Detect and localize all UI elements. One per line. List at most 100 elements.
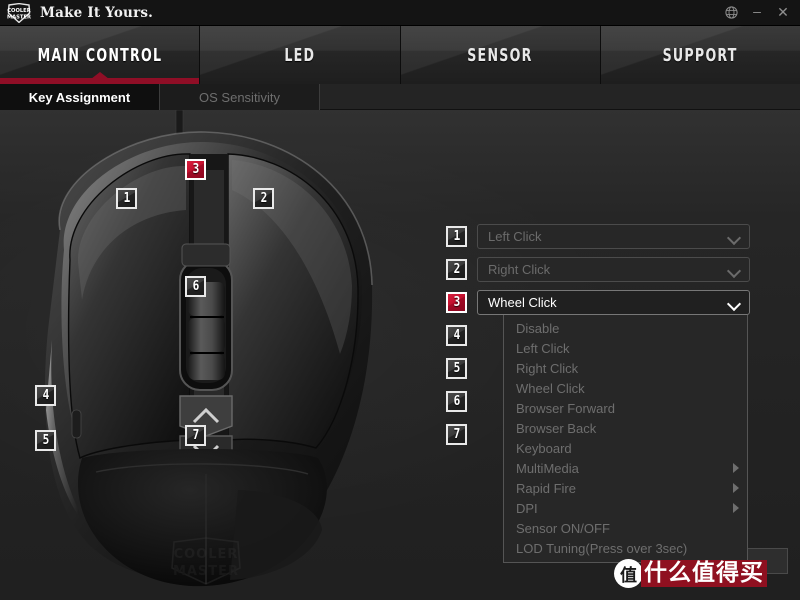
tab-led[interactable]: LED (200, 26, 401, 84)
assignment-badge-5[interactable]: 5 (446, 358, 467, 379)
cooler-master-logo-icon: COOLER MASTER (6, 2, 32, 23)
assignment-badge-4-digit: 4 (453, 327, 460, 344)
chevron-down-icon (728, 266, 741, 274)
dropdown-item-label: LOD Tuning(Press over 3sec) (516, 540, 688, 556)
dropdown-item-browser-forward[interactable]: Browser Forward (504, 398, 747, 418)
chevron-down-icon (728, 233, 741, 241)
assignment-badge-3-digit: 3 (453, 294, 460, 311)
assignment-badge-7-digit: 7 (453, 426, 460, 443)
assignment-row-1: 1 Left Click (446, 224, 750, 249)
assignment-row-3: 3 Wheel Click (446, 290, 750, 315)
mouse-badge-7-digit: 7 (192, 427, 199, 444)
language-globe-icon[interactable] (718, 0, 744, 26)
dropdown-item-label: Wheel Click (516, 380, 585, 396)
mouse-badge-3-digit: 3 (192, 161, 199, 178)
assignment-row-7: 7 (446, 422, 467, 447)
mouse-badge-3[interactable]: 3 (185, 159, 206, 180)
dropdown-item-label: Rapid Fire (516, 480, 576, 496)
assignment-badge-2[interactable]: 2 (446, 259, 467, 280)
dropdown-item-label: MultiMedia (516, 460, 579, 476)
tab-sensor-label: SENSOR (467, 44, 533, 66)
assignment-select-1[interactable]: Left Click (477, 224, 750, 249)
submenu-arrow-icon (733, 463, 739, 473)
assignment-select-2-value: Right Click (488, 262, 551, 277)
dropdown-item-keyboard[interactable]: Keyboard (504, 438, 747, 458)
dropdown-item-label: Browser Back (516, 420, 597, 436)
sub-tab-bar: Key Assignment OS Sensitivity (0, 84, 800, 110)
subtab-os-sensitivity-label: OS Sensitivity (199, 89, 280, 105)
assignment-badge-6-digit: 6 (453, 393, 460, 410)
assignment-select-3[interactable]: Wheel Click (477, 290, 750, 315)
mouse-badge-1-digit: 1 (123, 190, 130, 207)
dropdown-item-left-click[interactable]: Left Click (504, 338, 747, 358)
close-button[interactable]: ✕ (770, 0, 796, 26)
submenu-arrow-icon (733, 503, 739, 513)
tab-led-label: LED (284, 44, 316, 66)
assignment-select-2[interactable]: Right Click (477, 257, 750, 282)
mouse-badge-1[interactable]: 1 (116, 188, 137, 209)
svg-text:COOLER: COOLER (7, 8, 30, 14)
dropdown-item-label: Right Click (516, 360, 579, 376)
dropdown-item-multimedia[interactable]: MultiMedia (504, 458, 747, 478)
subtab-key-assignment[interactable]: Key Assignment (0, 84, 160, 110)
mouse-badge-4-digit: 4 (42, 387, 49, 404)
assignment-badge-5-digit: 5 (453, 360, 460, 377)
assignment-row-6: 6 (446, 389, 467, 414)
mouse-illustration: COOLER MASTER 1 2 3 4 5 6 7 (0, 110, 430, 600)
dropdown-item-label: Keyboard (516, 440, 572, 456)
dropdown-item-label: DPI (516, 500, 538, 516)
mouse-badge-6[interactable]: 6 (185, 276, 206, 297)
assignment-row-4: 4 (446, 323, 467, 348)
dropdown-item-label: Left Click (516, 340, 570, 356)
app-window: COOLER MASTER Make It Yours. – ✕ MAIN CO… (0, 0, 800, 600)
title-bar: COOLER MASTER Make It Yours. – ✕ (0, 0, 800, 26)
assignment-select-3-value: Wheel Click (488, 295, 557, 310)
assignment-badge-1-digit: 1 (453, 228, 460, 245)
dropdown-item-label: Sensor ON/OFF (516, 520, 610, 536)
subtab-key-assignment-label: Key Assignment (28, 89, 131, 105)
tab-sensor[interactable]: SENSOR (400, 26, 601, 84)
dropdown-item-label: Browser Forward (516, 400, 615, 416)
assignment-badge-3[interactable]: 3 (446, 292, 467, 313)
assignment-row-5: 5 (446, 356, 467, 381)
mouse-badge-6-digit: 6 (192, 278, 199, 295)
svg-text:MASTER: MASTER (173, 564, 239, 579)
tab-support[interactable]: SUPPORT (600, 26, 800, 84)
tab-main-control-label: MAIN CONTROL (37, 44, 162, 66)
assignment-badge-6[interactable]: 6 (446, 391, 467, 412)
dropdown-item-right-click[interactable]: Right Click (504, 358, 747, 378)
active-tab-notch-icon (90, 72, 109, 79)
mouse-badge-5-digit: 5 (42, 432, 49, 449)
tab-main-control[interactable]: MAIN CONTROL (0, 26, 201, 84)
assignment-badge-2-digit: 2 (453, 261, 460, 278)
subtab-os-sensitivity[interactable]: OS Sensitivity (160, 84, 320, 110)
mouse-badge-2[interactable]: 2 (253, 188, 274, 209)
svg-text:COOLER: COOLER (174, 547, 239, 562)
assignment-badge-4[interactable]: 4 (446, 325, 467, 346)
dropdown-item-disable[interactable]: Disable (504, 318, 747, 338)
assignment-dropdown-menu: Disable Left Click Right Click Wheel Cli… (503, 315, 748, 563)
assignment-badge-7[interactable]: 7 (446, 424, 467, 445)
dropdown-item-sensor-on-off[interactable]: Sensor ON/OFF (504, 518, 747, 538)
window-controls: – ✕ (718, 0, 800, 26)
svg-text:MASTER: MASTER (7, 14, 31, 20)
dropdown-item-rapid-fire[interactable]: Rapid Fire (504, 478, 747, 498)
mouse-badge-2-digit: 2 (260, 190, 267, 207)
app-title: Make It Yours. (40, 4, 154, 21)
mouse-badge-4[interactable]: 4 (35, 385, 56, 406)
mouse-badge-7[interactable]: 7 (185, 425, 206, 446)
dropdown-item-label: Disable (516, 320, 560, 336)
dropdown-item-lod-tuning[interactable]: LOD Tuning(Press over 3sec) (504, 538, 747, 558)
minimize-button[interactable]: – (744, 0, 770, 26)
mouse-badge-5[interactable]: 5 (35, 430, 56, 451)
chevron-down-icon (728, 299, 741, 307)
main-tab-bar: MAIN CONTROL LED SENSOR SUPPORT (0, 26, 800, 84)
submenu-arrow-icon (733, 483, 739, 493)
dropdown-item-wheel-click[interactable]: Wheel Click (504, 378, 747, 398)
assignment-select-1-value: Left Click (488, 229, 542, 244)
dropdown-item-dpi[interactable]: DPI (504, 498, 747, 518)
tab-support-label: SUPPORT (662, 44, 738, 66)
assignment-row-2: 2 Right Click (446, 257, 750, 282)
assignment-badge-1[interactable]: 1 (446, 226, 467, 247)
dropdown-item-browser-back[interactable]: Browser Back (504, 418, 747, 438)
